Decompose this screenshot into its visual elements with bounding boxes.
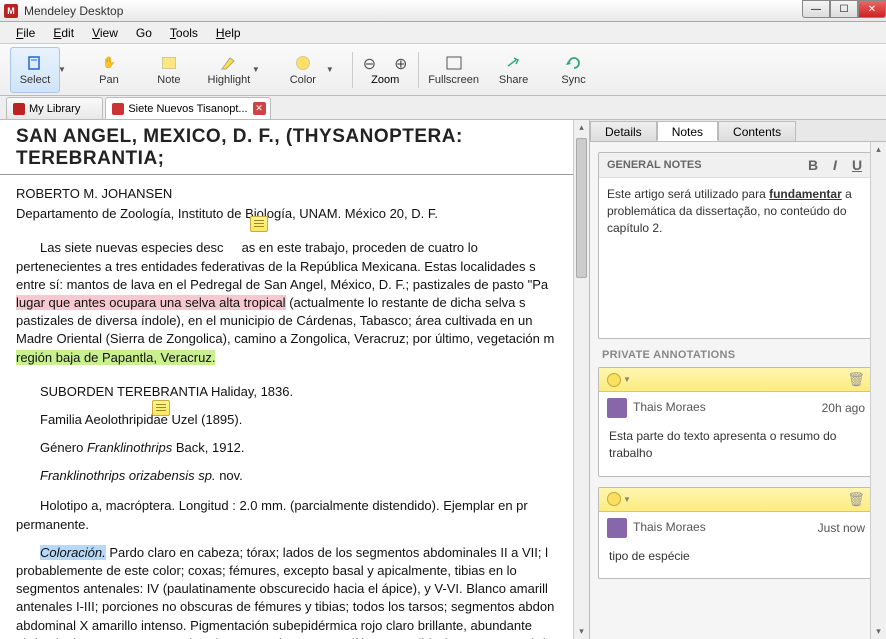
avatar [607, 518, 627, 538]
pdf-scrollbar[interactable]: ▴ ▾ [573, 120, 589, 639]
chevron-down-icon[interactable]: ▼ [58, 65, 66, 74]
menu-edit[interactable]: Edit [45, 24, 82, 42]
document-tabs: My Library Siete Nuevos Tisanopt... ✕ [0, 96, 886, 120]
department: Departamento de Zoología, Instituto de B… [16, 205, 573, 223]
italic-button[interactable]: I [827, 157, 843, 173]
pdf-icon [112, 103, 124, 115]
pdf-paragraph: pertenecientes a tres entidades federati… [16, 258, 573, 367]
pdf-line: Franklinothrips orizabensis sp. nov. [16, 467, 573, 485]
notes-textarea[interactable]: Este artigo será utilizado para fundamen… [599, 178, 873, 338]
chevron-down-icon[interactable]: ▼ [252, 65, 260, 74]
maximize-button[interactable]: ☐ [830, 0, 858, 18]
menu-help[interactable]: Help [208, 24, 249, 42]
sync-icon [564, 54, 584, 72]
tab-library[interactable]: My Library [6, 97, 103, 119]
tab-notes[interactable]: Notes [657, 121, 718, 141]
zoom-in-button[interactable]: ⊕ [394, 54, 407, 74]
note-tool[interactable]: Note [144, 47, 194, 93]
zoom-tool: ⊖ ⊕ Zoom [363, 54, 408, 86]
tab-details[interactable]: Details [590, 121, 657, 141]
annotation-card[interactable]: ▼ 🗑 Thais Moraes 20h ago Esta parte do t… [598, 367, 874, 477]
toolbar: Select ▼ ✋ Pan Note Highlight ▼ Color ▼ … [0, 44, 886, 96]
bold-button[interactable]: B [805, 157, 821, 173]
delete-annotation-button[interactable]: 🗑 [847, 491, 865, 508]
titlebar: M Mendeley Desktop — ☐ ✕ [0, 0, 886, 22]
pdf-paragraph: Coloración. Pardo claro en cabeza; tórax… [16, 544, 573, 562]
chevron-down-icon[interactable]: ▼ [326, 65, 334, 74]
minimize-button[interactable]: — [802, 0, 830, 18]
private-annotations-label: PRIVATE ANNOTATIONS [598, 339, 874, 367]
sidebar: Details Notes Contents GENERAL NOTES B I… [590, 120, 886, 639]
hand-icon: ✋ [99, 54, 119, 72]
highlight-blue[interactable]: Coloración. [40, 545, 106, 560]
close-button[interactable]: ✕ [858, 0, 886, 18]
highlighter-icon [219, 54, 239, 72]
color-circle-icon [293, 54, 313, 72]
pdf-paragraph: probablemente de este color; coxas; fému… [16, 562, 573, 639]
mendeley-icon [13, 103, 25, 115]
pdf-viewer[interactable]: SAN ANGEL, MEXICO, D. F., (THYSANOPTERA:… [0, 120, 590, 639]
pdf-paragraph: permanente. [16, 516, 573, 534]
avatar [607, 398, 627, 418]
share-icon [504, 54, 524, 72]
highlight-green[interactable]: región baja de Papantla, Veracruz. [16, 350, 215, 365]
chevron-down-icon[interactable]: ▼ [623, 495, 631, 504]
annotation-color-icon[interactable] [607, 492, 621, 506]
menu-go[interactable]: Go [128, 24, 160, 42]
note-icon [159, 54, 179, 72]
annotation-time: Just now [818, 521, 865, 535]
scroll-thumb[interactable] [576, 138, 587, 278]
window-title: Mendeley Desktop [24, 4, 123, 18]
zoom-out-button[interactable]: ⊖ [363, 54, 376, 74]
sidebar-scrollbar[interactable]: ▴ ▾ [870, 142, 886, 639]
color-tool[interactable]: Color [278, 47, 328, 93]
annotation-text[interactable]: tipo de espécie [599, 544, 873, 579]
menu-file[interactable]: File [8, 24, 43, 42]
annotation-user: Thais Moraes [633, 400, 706, 414]
pdf-line: Familia Aeolothripidae Uzel (1895). [16, 411, 573, 429]
general-notes-label: GENERAL NOTES [607, 159, 702, 171]
general-notes-box: GENERAL NOTES B I U Este artigo será uti… [598, 152, 874, 339]
menubar: File Edit View Go Tools Help [0, 22, 886, 44]
pdf-line: Género Franklinothrips Back, 1912. [16, 439, 573, 457]
sticky-note[interactable] [152, 400, 170, 416]
menu-view[interactable]: View [84, 24, 126, 42]
fullscreen-icon [444, 54, 464, 72]
author-name: ROBERTO M. JOHANSEN [16, 185, 573, 203]
menu-tools[interactable]: Tools [162, 24, 206, 42]
tab-contents[interactable]: Contents [718, 121, 796, 141]
cursor-icon [25, 54, 45, 72]
share-tool[interactable]: Share [489, 47, 539, 93]
annotation-text[interactable]: Esta parte do texto apresenta o resumo d… [599, 424, 873, 476]
annotation-time: 20h ago [822, 401, 865, 415]
close-tab-button[interactable]: ✕ [253, 102, 266, 115]
annotation-card[interactable]: ▼ 🗑 Thais Moraes Just now tipo de espéci… [598, 487, 874, 580]
pdf-paragraph: Holotipo a, macróptera. Longitud : 2.0 m… [16, 497, 573, 515]
fullscreen-tool[interactable]: Fullscreen [429, 47, 479, 93]
select-tool[interactable]: Select [10, 47, 60, 93]
highlight-tool[interactable]: Highlight [204, 47, 254, 93]
chevron-down-icon[interactable]: ▼ [623, 375, 631, 384]
annotation-color-icon[interactable] [607, 373, 621, 387]
tab-document[interactable]: Siete Nuevos Tisanopt... ✕ [105, 97, 270, 119]
pdf-paragraph: Las siete nuevas especies descas en este… [16, 239, 573, 257]
underline-button[interactable]: U [849, 157, 865, 173]
sticky-note[interactable] [250, 216, 268, 232]
delete-annotation-button[interactable]: 🗑 [847, 371, 865, 388]
pdf-line: SUBORDEN TEREBRANTIA Haliday, 1836. [16, 383, 573, 401]
highlight-pink[interactable]: lugar que antes ocupara una selva alta t… [16, 295, 286, 310]
annotation-user: Thais Moraes [633, 520, 706, 534]
pan-tool[interactable]: ✋ Pan [84, 47, 134, 93]
pdf-title: SAN ANGEL, MEXICO, D. F., (THYSANOPTERA:… [0, 120, 589, 175]
sync-tool[interactable]: Sync [549, 47, 599, 93]
app-icon: M [4, 4, 18, 18]
